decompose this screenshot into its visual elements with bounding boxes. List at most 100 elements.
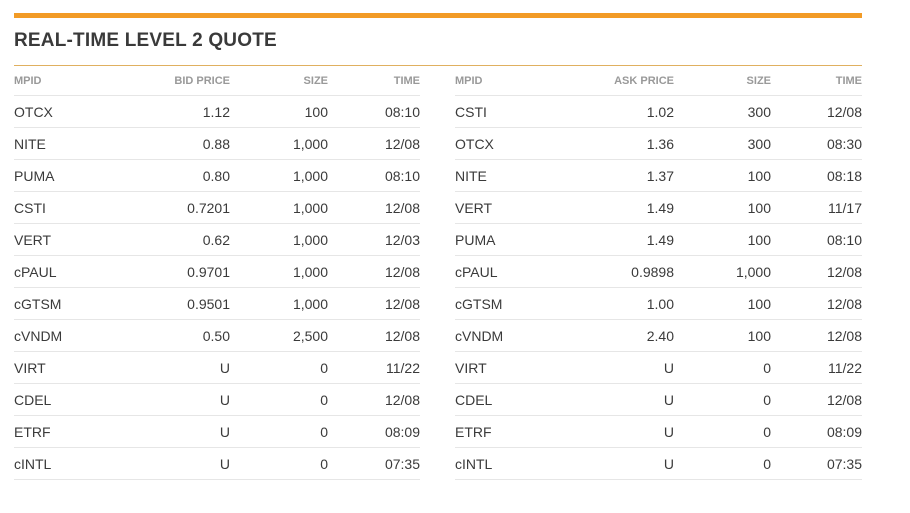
bid-table-row: cINTL U 0 07:35 [14,448,420,480]
bid-cell-size: 1,000 [292,135,328,152]
bid-cell-price: 0.7201 [187,199,230,216]
bid-cell-price: U [219,455,230,472]
bid-cell-size: 1,000 [292,199,328,216]
ask-cell-size: 300 [747,135,771,152]
ask-cell-price: U [663,423,674,440]
ask-cell-time: 12/08 [826,103,862,120]
ask-cell-mpid: cGTSM [455,295,503,312]
bid-header-mpid: MPID [14,74,42,87]
ask-header-price: ASK PRICE [614,74,674,87]
ask-table-row: CSTI 1.02 300 12/08 [455,96,862,128]
bid-table-row: PUMA 0.80 1,000 08:10 [14,160,420,192]
bid-cell-mpid: CSTI [14,199,46,216]
ask-table-row: ETRF U 0 08:09 [455,416,862,448]
bid-cell-price: U [219,423,230,440]
ask-cell-time: 08:10 [826,231,862,248]
bid-cell-size: 0 [320,423,328,440]
bid-cell-mpid: PUMA [14,167,55,184]
ask-cell-time: 12/08 [826,295,862,312]
bid-header-price: BID PRICE [174,74,230,87]
bid-cell-time: 07:35 [384,455,420,472]
bid-table-row: CSTI 0.7201 1,000 12/08 [14,192,420,224]
bid-cell-size: 1,000 [292,231,328,248]
bid-cell-mpid: CDEL [14,391,52,408]
ask-cell-mpid: PUMA [455,231,496,248]
ask-cell-size: 0 [763,423,771,440]
ask-cell-mpid: cPAUL [455,263,498,280]
ask-table: MPID ASK PRICE SIZE TIME CSTI 1.02 300 12/0… [455,66,862,480]
ask-rows: CSTI 1.02 300 12/08 OTCX 1.36 300 08:30 NITE 1.37… [455,96,862,480]
ask-cell-price: 1.00 [646,295,674,312]
ask-cell-price: 1.49 [646,231,674,248]
ask-cell-size: 0 [763,391,771,408]
ask-cell-mpid: ETRF [455,423,492,440]
ask-table-row: cINTL U 0 07:35 [455,448,862,480]
ask-cell-mpid: NITE [455,167,487,184]
bid-table-row: VIRT U 0 11/22 [14,352,420,384]
bid-cell-time: 12/08 [384,327,420,344]
ask-cell-size: 1,000 [735,263,771,280]
ask-table-row: CDEL U 0 12/08 [455,384,862,416]
bid-table-row: ETRF U 0 08:09 [14,416,420,448]
bid-table-row: VERT 0.62 1,000 12/03 [14,224,420,256]
bid-cell-mpid: cPAUL [14,263,57,280]
level2-quote-panel: REAL-TIME LEVEL 2 QUOTE MPID BID PRICE S… [14,13,862,480]
ask-cell-time: 12/08 [826,327,862,344]
ask-cell-price: 0.9898 [631,263,674,280]
bid-cell-mpid: VIRT [14,359,46,376]
ask-header-time: TIME [835,74,862,87]
bid-table: MPID BID PRICE SIZE TIME OTCX 1.12 100 08:1… [14,66,420,480]
bid-cell-mpid: OTCX [14,103,53,120]
ask-cell-size: 100 [747,231,771,248]
ask-cell-time: 08:09 [826,423,862,440]
bid-cell-size: 0 [320,455,328,472]
bid-cell-time: 12/08 [384,199,420,216]
bid-table-row: cGTSM 0.9501 1,000 12/08 [14,288,420,320]
bid-cell-price: 0.88 [202,135,230,152]
bid-cell-price: 0.9501 [187,295,230,312]
bid-cell-time: 12/08 [384,295,420,312]
bid-cell-time: 12/08 [384,263,420,280]
ask-cell-time: 11/17 [828,199,862,216]
ask-table-row: cGTSM 1.00 100 12/08 [455,288,862,320]
bid-table-row: NITE 0.88 1,000 12/08 [14,128,420,160]
bid-cell-size: 2,500 [292,327,328,344]
ask-cell-time: 11/22 [828,359,862,376]
ask-table-row: cPAUL 0.9898 1,000 12/08 [455,256,862,288]
bid-cell-size: 1,000 [292,167,328,184]
bid-cell-time: 12/08 [384,135,420,152]
panel-title: REAL-TIME LEVEL 2 QUOTE [14,30,277,51]
bid-cell-mpid: cINTL [14,455,52,472]
ask-cell-size: 100 [747,199,771,216]
bid-cell-time: 08:09 [384,423,420,440]
ask-cell-mpid: CDEL [455,391,493,408]
bid-cell-size: 1,000 [292,263,328,280]
bid-cell-mpid: ETRF [14,423,51,440]
bid-cell-price: 0.80 [202,167,230,184]
ask-table-row: NITE 1.37 100 08:18 [455,160,862,192]
ask-table-row: PUMA 1.49 100 08:10 [455,224,862,256]
ask-cell-mpid: VIRT [455,359,487,376]
ask-cell-size: 0 [763,359,771,376]
ask-cell-mpid: OTCX [455,135,494,152]
ask-cell-mpid: CSTI [455,103,487,120]
bid-header-size: SIZE [303,74,328,87]
ask-table-row: OTCX 1.36 300 08:30 [455,128,862,160]
bid-header-time: TIME [393,74,420,87]
ask-cell-size: 100 [747,295,771,312]
bid-cell-time: 08:10 [384,103,420,120]
ask-cell-time: 08:18 [826,167,862,184]
bid-cell-price: 0.9701 [187,263,230,280]
bid-cell-mpid: VERT [14,231,52,248]
bid-cell-time: 08:10 [384,167,420,184]
bid-table-row: OTCX 1.12 100 08:10 [14,96,420,128]
ask-cell-size: 100 [747,327,771,344]
ask-cell-price: 1.37 [646,167,674,184]
ask-cell-price: U [663,359,674,376]
bid-cell-price: U [219,359,230,376]
ask-cell-mpid: VERT [455,199,493,216]
bid-cell-time: 12/08 [384,391,420,408]
bid-table-header: MPID BID PRICE SIZE TIME [14,66,420,96]
bid-cell-mpid: cGTSM [14,295,62,312]
bid-cell-price: 0.50 [202,327,230,344]
